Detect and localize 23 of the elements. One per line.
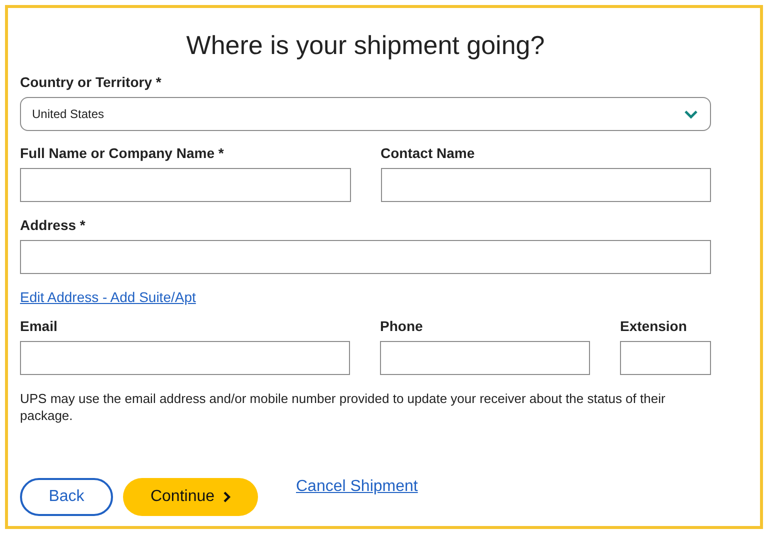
country-select[interactable]: United States [20,97,711,131]
field-label: Phone [380,318,423,335]
back-button[interactable]: Back [20,478,113,516]
field-label: Contact Name [380,145,475,162]
field-label: Email [20,318,58,335]
continue-button[interactable]: Continue [123,478,258,516]
input-field[interactable] [20,341,350,375]
input-field[interactable] [20,168,350,202]
field-label: Address * [20,217,86,234]
cancel-link[interactable]: Cancel Shipment [296,478,418,495]
field-label: Country or Territory * [20,74,162,91]
field-label: Full Name or Company Name * [20,145,224,162]
input-field[interactable] [20,240,711,274]
field-label: Extension [620,318,687,335]
select-value: United States [32,107,104,121]
input-field[interactable] [380,168,711,202]
chevron-right-icon [222,491,231,503]
input-field[interactable] [380,341,590,375]
page-title: Where is your shipment going? [186,30,545,60]
notice-text: UPS may use the email address and/or mobile number provided to update your receiver about the status of their package. [20,390,666,424]
chevron-down-icon [684,110,698,118]
input-field[interactable] [620,341,711,375]
edit-address-link[interactable]: Edit Address - Add Suite/Apt [20,289,196,306]
